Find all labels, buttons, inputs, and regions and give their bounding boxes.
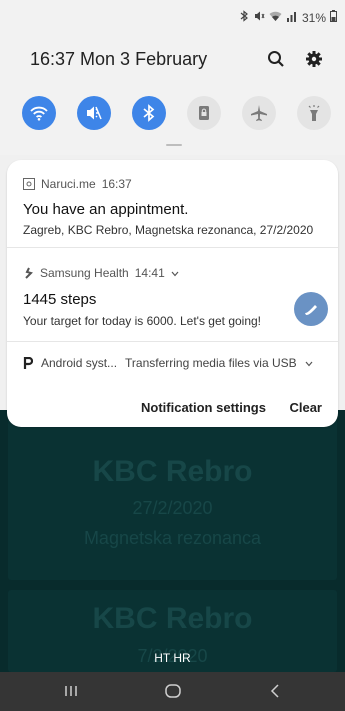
home-icon: [165, 684, 181, 698]
android-system-icon: [23, 357, 33, 369]
navigation-bar: [0, 672, 345, 711]
home-button[interactable]: [158, 680, 188, 702]
search-button[interactable]: [265, 48, 287, 70]
expand-chevron-icon[interactable]: [305, 356, 313, 370]
app-content: KBC Rebro 27/2/2020 Magnetska rezonanca …: [0, 410, 345, 672]
notification-time: 16:37: [101, 177, 132, 191]
notification-settings-button[interactable]: Notification settings: [141, 400, 266, 415]
notification-body: Your target for today is 6000. Let's get…: [23, 314, 262, 328]
notification-app-name: Android syst...: [41, 356, 118, 370]
samsung-health-icon: [25, 267, 33, 279]
gear-icon: [306, 51, 322, 67]
wifi-icon: [30, 106, 48, 121]
back-icon: [270, 684, 279, 698]
quick-panel: 31% 16:37 Mon 3 February: [0, 0, 345, 155]
drag-handle[interactable]: [166, 144, 182, 146]
back-button[interactable]: [260, 680, 290, 702]
notification-header: Samsung Health 14:41: [23, 266, 179, 280]
quick-toggles: [22, 96, 331, 130]
notification-system[interactable]: Android syst... Transferring media files…: [23, 356, 313, 370]
naruci-app-icon: [23, 178, 35, 190]
card-hospital: KBC Rebro: [92, 455, 253, 488]
airplane-icon: [251, 105, 267, 121]
health-action-button[interactable]: [294, 292, 328, 326]
clock-row: 16:37 Mon 3 February: [24, 48, 325, 74]
notification-actions: Notification settings Clear: [7, 394, 338, 420]
divider: [7, 247, 338, 248]
card-service: Magnetska rezonanca: [83, 528, 262, 548]
settings-button[interactable]: [303, 48, 325, 70]
carrier-label: HT HR: [154, 651, 191, 665]
appointment-card-1[interactable]: KBC Rebro 27/2/2020 Magnetska rezonanca: [8, 410, 337, 580]
flashlight-icon: [308, 105, 320, 121]
airplane-toggle[interactable]: [242, 96, 276, 130]
recents-button[interactable]: [56, 680, 86, 702]
clear-button[interactable]: Clear: [289, 400, 322, 415]
search-icon: [268, 51, 284, 67]
bluetooth-status-icon: [239, 10, 249, 25]
status-bar: 31%: [0, 0, 345, 30]
notification-title: 1445 steps: [23, 291, 97, 308]
divider: [7, 341, 338, 342]
notification-body: Zagreb, KBC Rebro, Magnetska rezonanca, …: [23, 223, 314, 237]
screen-lock-toggle[interactable]: [187, 96, 221, 130]
battery-percent: 31%: [301, 10, 326, 25]
bluetooth-toggle[interactable]: [132, 96, 166, 130]
card-date: 27/2/2020: [132, 498, 213, 518]
notification-panel: Naruci.me 16:37 You have an appintment. …: [7, 160, 338, 427]
notification-app-name: Samsung Health: [40, 266, 129, 280]
notification-text: Transferring media files via USB: [125, 356, 297, 370]
notification-header: Naruci.me 16:37: [23, 177, 132, 191]
quick-panel-actions: [265, 48, 325, 70]
flashlight-toggle[interactable]: [297, 96, 331, 130]
battery-icon: [330, 10, 337, 25]
shoe-icon: [305, 305, 317, 315]
sound-toggle[interactable]: [77, 96, 111, 130]
notification-title: You have an appintment.: [23, 201, 189, 218]
time-date: 16:37 Mon 3 February: [30, 49, 208, 69]
recents-icon: [65, 686, 77, 696]
wifi-toggle[interactable]: [22, 96, 56, 130]
bluetooth-icon: [143, 104, 155, 122]
signal-status-icon: [286, 11, 298, 25]
notification-time: 14:41: [134, 266, 165, 280]
mute-icon: [87, 106, 102, 120]
wifi-status-icon: [269, 11, 282, 25]
notification-app-name: Naruci.me: [41, 177, 96, 191]
rotation-lock-icon: [199, 106, 209, 120]
status-icons: 31%: [239, 10, 337, 25]
card-hospital: KBC Rebro: [92, 602, 253, 635]
mute-status-icon: [253, 10, 265, 25]
expand-chevron-icon[interactable]: [171, 266, 179, 280]
